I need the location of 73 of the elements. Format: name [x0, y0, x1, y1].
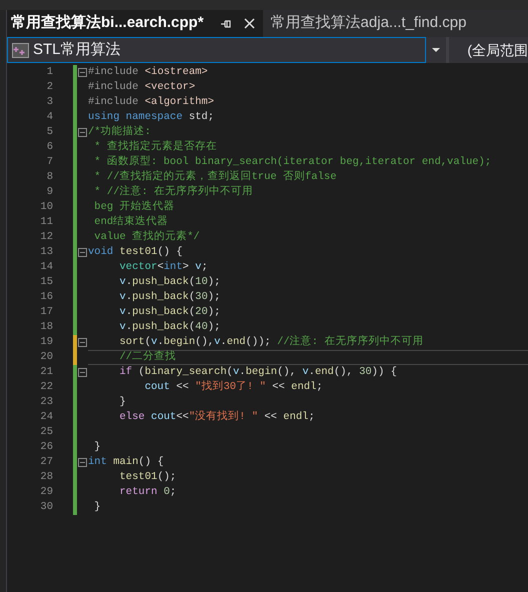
code-line: v.push_back(10);: [118, 274, 220, 290]
code-editor[interactable]: [7, 63, 528, 592]
line-number: 7: [46, 154, 53, 170]
code-line: if (binary_search(v.begin(), v.end(), 30)) {: [118, 364, 397, 380]
line-number: 23: [39, 394, 53, 410]
collapse-icon[interactable]: [78, 68, 87, 77]
line-number: 20: [39, 350, 53, 365]
line-number: 26: [39, 440, 53, 455]
code-line: //二分查找: [118, 350, 176, 365]
line-number: 1: [46, 64, 53, 80]
line-number: 18: [39, 320, 53, 335]
close-icon[interactable]: [244, 18, 255, 29]
line-number: 30: [39, 500, 53, 515]
line-number: 14: [39, 260, 53, 275]
line-number: 10: [39, 200, 53, 215]
code-line: sort(v.begin(),v.end()); //注意: 在无序序列中不可用: [118, 334, 424, 350]
project-icon: [12, 42, 29, 58]
code-line: #include <algorithm>: [88, 94, 214, 110]
code-line: * //查找指定的元素，查到返回true 否则false: [93, 170, 337, 185]
code-line: beg 开始迭代器: [93, 200, 175, 215]
editor-tab[interactable]: 常用查找算法bi...earch.cpp*: [7, 10, 263, 37]
code-line: v.push_back(20);: [118, 304, 220, 320]
code-line: else cout<<"没有找到! " << endl;: [118, 410, 315, 425]
code-line: #include <vector>: [88, 80, 196, 95]
code-line: using namespace std;: [88, 110, 214, 125]
code-line: int main() {: [88, 454, 164, 470]
line-number: 6: [46, 140, 53, 155]
collapse-icon[interactable]: [78, 248, 87, 257]
code-line: * //注意: 在无序序列中不可用: [93, 184, 254, 200]
line-number: 4: [46, 110, 53, 125]
collapse-icon[interactable]: [78, 458, 87, 467]
code-line: cout << "找到30了! " << endl;: [144, 380, 323, 395]
code-line: v.push_back(40);: [118, 320, 220, 335]
collapse-icon[interactable]: [78, 338, 87, 347]
line-number: 22: [39, 380, 53, 395]
line-number: 25: [39, 424, 53, 440]
code-line: value 查找的元素*/: [93, 230, 200, 245]
collapse-icon[interactable]: [78, 128, 87, 137]
line-number: 3: [46, 94, 53, 110]
code-line: void test01() {: [88, 244, 183, 260]
line-number: 9: [46, 184, 53, 200]
line-number: 12: [39, 230, 53, 245]
line-number: 11: [39, 214, 53, 230]
line-number: 15: [39, 274, 53, 290]
code-line: /*功能描述:: [88, 124, 151, 140]
scope-dropdown[interactable]: (全局范围: [449, 37, 528, 63]
line-number: 5: [46, 124, 53, 140]
line-number: 17: [39, 304, 53, 320]
pin-icon[interactable]: [220, 18, 232, 28]
code-line: vector<int> v;: [118, 260, 208, 275]
line-number: 24: [39, 410, 53, 425]
line-number: 8: [46, 170, 53, 185]
code-line: test01();: [118, 470, 176, 485]
code-line: #include <iostream>: [88, 64, 208, 80]
project-dropdown[interactable]: STL常用算法: [7, 37, 426, 63]
code-line: end结束迭代器: [93, 214, 168, 230]
line-number: 29: [39, 484, 53, 500]
line-number: 13: [39, 244, 53, 260]
line-number: 2: [46, 80, 53, 95]
line-number: 28: [39, 470, 53, 485]
code-line: * 查找指定元素是否存在: [93, 140, 217, 155]
line-number: 21: [39, 364, 53, 380]
line-number: 16: [39, 290, 53, 305]
line-number: 27: [39, 454, 53, 470]
collapse-icon[interactable]: [78, 368, 87, 377]
code-line: return 0;: [118, 484, 176, 500]
code-line: }: [118, 394, 126, 410]
code-line: v.push_back(30);: [118, 290, 220, 305]
code-line: * 函数原型: bool binary_search(iterator beg,iterator end,value);: [93, 154, 492, 170]
code-line: }: [93, 440, 101, 455]
code-line: }: [93, 500, 101, 515]
dropdown-arrow-icon[interactable]: [432, 48, 440, 52]
line-number: 19: [39, 334, 53, 350]
